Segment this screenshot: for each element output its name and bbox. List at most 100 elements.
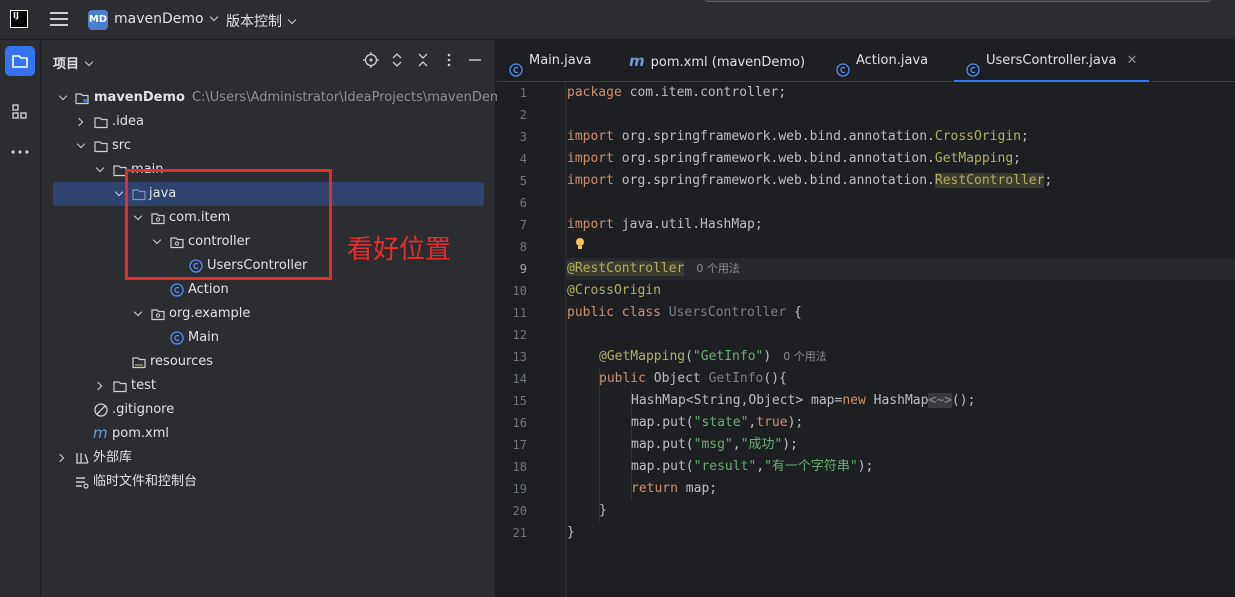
tab-label: Action.java <box>856 53 929 68</box>
chevron-right-icon <box>93 381 103 391</box>
module-folder-icon <box>75 91 89 105</box>
line-number: 6 <box>519 196 527 210</box>
line-number: 2 <box>519 108 527 122</box>
editor-tabs: Main.java m pom.xml (mavenDemo) Action.ja… <box>497 40 1235 82</box>
intellij-logo-icon[interactable]: IJ <box>10 10 28 28</box>
resources-folder-icon <box>132 355 146 369</box>
line-number: 12 <box>512 328 527 342</box>
line-number: 11 <box>512 306 527 320</box>
package-icon <box>151 307 165 321</box>
code-line: @RestController 0 个用法 <box>567 261 740 276</box>
tree-item-external-libraries[interactable]: 外部库 <box>41 446 496 470</box>
code-editor[interactable]: 1 2 3 4 5 6 7 8 9 10 11 12 13 14 15 16 1… <box>497 82 1235 597</box>
tree-item-main-class[interactable]: Main <box>41 326 496 350</box>
scratches-icon <box>75 475 89 489</box>
structure-tool-button[interactable] <box>5 97 35 127</box>
maven-icon: m <box>629 52 645 70</box>
tree-item-label: org.example <box>169 306 251 321</box>
project-path: C:\Users\Administrator\IdeaProjects\mave… <box>191 90 511 105</box>
code-line: package com.item.controller; <box>567 85 787 100</box>
line-number-gutter: 1 2 3 4 5 6 7 8 9 10 11 12 13 14 15 16 1… <box>497 82 555 597</box>
line-number: 7 <box>519 218 527 232</box>
structure-icon <box>12 104 27 119</box>
annotation-highlight-box <box>125 169 332 280</box>
tree-item-resources[interactable]: resources <box>41 350 496 374</box>
tree-item-src[interactable]: src <box>41 134 496 158</box>
tree-item-label: .gitignore <box>112 402 175 417</box>
tree-item-pom[interactable]: m pom.xml <box>41 422 496 446</box>
chevron-down-icon <box>133 307 143 317</box>
code-line: } <box>599 503 607 518</box>
chevron-down-icon <box>95 163 105 173</box>
more-icon <box>11 150 29 154</box>
chevron-right-icon <box>74 117 84 127</box>
folder-icon <box>94 139 108 153</box>
chevron-down-icon <box>114 187 124 197</box>
line-number: 18 <box>512 460 527 474</box>
search-everywhere-bar[interactable] <box>705 0 1211 2</box>
class-icon <box>509 53 523 77</box>
code-area[interactable]: package com.item.controller; import org.… <box>565 82 1235 597</box>
more-tools-button[interactable] <box>5 137 35 167</box>
line-number: 9 <box>519 262 527 276</box>
tab-pom-xml[interactable]: m pom.xml (mavenDemo) <box>629 40 805 82</box>
code-line: map.put("state",true); <box>631 415 804 430</box>
code-line: import org.springframework.web.bind.anno… <box>567 151 1021 166</box>
tab-label: Main.java <box>529 53 592 68</box>
class-icon <box>170 331 184 345</box>
tree-item-label: mavenDemo <box>94 90 185 105</box>
class-icon <box>170 283 184 297</box>
project-tree: mavenDemo C:\Users\Administrator\IdeaProj… <box>41 0 510 597</box>
tree-item-label: src <box>112 138 131 153</box>
code-line: import org.springframework.web.bind.anno… <box>567 129 1029 144</box>
tool-window-rail <box>0 40 41 597</box>
usages-hint[interactable]: 0 个用法 <box>696 262 740 275</box>
tree-item-action[interactable]: Action <box>41 278 496 302</box>
line-number: 5 <box>519 174 527 188</box>
code-line: public Object GetInfo(){ <box>599 371 787 386</box>
code-line: } <box>567 525 575 540</box>
tree-item-label: Action <box>188 282 229 297</box>
tree-item-test[interactable]: test <box>41 374 496 398</box>
library-icon <box>75 451 89 465</box>
lightbulb-icon[interactable] <box>575 236 585 250</box>
line-number: 21 <box>512 526 527 540</box>
class-icon <box>836 53 850 77</box>
tree-item-idea[interactable]: .idea <box>41 110 496 134</box>
tree-item-label: 临时文件和控制台 <box>93 474 198 489</box>
tab-action-java[interactable]: Action.java <box>836 40 928 82</box>
code-line: HashMap<String,Object> map=new HashMap<~… <box>631 393 976 408</box>
chevron-down-icon <box>76 139 86 149</box>
close-icon[interactable]: ✕ <box>1127 53 1138 68</box>
tree-item-gitignore[interactable]: .gitignore <box>41 398 496 422</box>
tree-item-label: .idea <box>112 114 144 129</box>
line-number: 4 <box>519 152 527 166</box>
chevron-right-icon <box>55 453 65 463</box>
folder-icon <box>12 55 28 68</box>
line-number: 20 <box>512 504 527 518</box>
folder-icon <box>113 379 127 393</box>
tree-item-scratches[interactable]: 临时文件和控制台 <box>41 470 496 494</box>
tab-label: UsersController.java <box>986 53 1117 68</box>
code-line: import java.util.HashMap; <box>567 217 763 232</box>
tab-label: pom.xml (mavenDemo) <box>650 55 806 70</box>
ignore-file-icon <box>94 403 108 417</box>
tree-item-mavenDemo[interactable]: mavenDemo C:\Users\Administrator\IdeaProj… <box>41 86 510 110</box>
line-number: 10 <box>512 284 527 298</box>
tree-item-label: pom.xml <box>112 426 169 441</box>
tree-item-label: Main <box>188 330 220 345</box>
tree-item-label: test <box>131 378 156 393</box>
code-line: import org.springframework.web.bind.anno… <box>567 173 1053 188</box>
indent-guide <box>599 368 600 522</box>
code-line: map.put("result","有一个字符串"); <box>631 459 874 474</box>
class-icon <box>966 53 980 77</box>
tab-main-java[interactable]: Main.java <box>509 40 591 82</box>
line-number: 3 <box>519 130 527 144</box>
tree-item-org-example[interactable]: org.example <box>41 302 496 326</box>
code-line: @CrossOrigin <box>567 283 661 298</box>
usages-hint[interactable]: 0 个用法 <box>783 350 827 363</box>
line-number: 1 <box>519 86 527 100</box>
tab-userscontroller-java[interactable]: UsersController.java ✕ <box>954 40 1150 82</box>
project-tool-button[interactable] <box>5 46 35 76</box>
line-number: 13 <box>512 350 527 364</box>
